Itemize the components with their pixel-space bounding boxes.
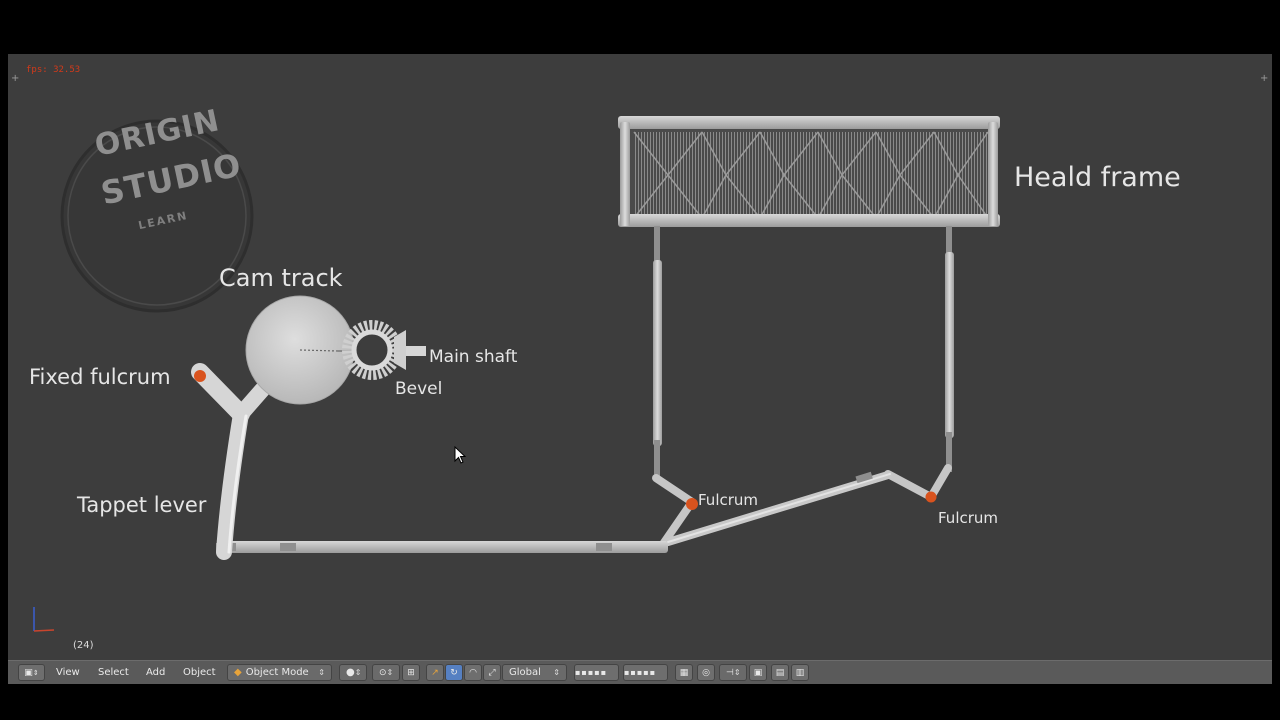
tappet-lever-label: Tappet lever [77,493,207,517]
mode-dropdown[interactable]: ◆ Object Mode ⇕ [227,664,332,681]
fulcrum-right-label: Fulcrum [938,509,999,527]
mode-dropdown-label: Object Mode [245,667,309,678]
proportional-edit-button[interactable]: ◎ [697,664,715,681]
main-shaft-label: Main shaft [429,347,518,367]
solid-shading-icon: ● [346,667,355,678]
heald-frame-label: Heald frame [1014,162,1181,193]
rotate-manipulator-button[interactable]: ↻ [445,664,463,681]
viewport-shading-dropdown[interactable]: ● ⇕ [339,664,367,681]
pivot-point-dropdown[interactable]: ⊙ ⇕ [372,664,400,681]
snap-element-dropdown[interactable]: ⊣ ⇕ [719,664,747,681]
add-menu[interactable]: Add [146,664,165,681]
chevron-updown-icon: ⇕ [354,668,362,677]
object-menu[interactable]: Object [183,664,216,681]
render-preview-button[interactable]: ▣ [749,664,767,681]
chevron-updown-icon: ⇕ [733,668,741,677]
grid-icon: ⊞ [407,667,415,678]
tappet-lever [191,363,270,560]
layers-group-2[interactable]: ▪▪▪▪▪ [623,664,668,681]
fixed-fulcrum-pivot [194,370,206,382]
layers-group-1[interactable]: ▪▪▪▪▪ [574,664,619,681]
scale-manipulator-button[interactable]: ⤢ [483,664,501,681]
snap-icon: ⊣ [726,667,734,678]
pivot-icon: ⊙ [379,667,387,678]
bevel-gear [342,320,426,380]
film-icon: ▥ [795,667,805,678]
manipulator-toggle[interactable]: ⊞ [402,664,420,681]
push-rod [216,541,668,553]
3d-viewport[interactable]: fps: 32.53 + + ORIGIN STUDIO LEARN Heald… [8,54,1272,660]
bevel-label: Bevel [395,379,443,399]
proportional-icon: ◎ [702,667,710,678]
opengl-render-button[interactable]: ▤ [771,664,789,681]
lock-icon: ▦ [679,667,689,678]
frame-indicator: (24) [73,640,94,651]
heald-links [653,226,954,480]
view-menu[interactable]: View [56,664,80,681]
scale-icon: ⤢ [488,667,496,678]
opengl-anim-button[interactable]: ▥ [791,664,809,681]
cam-track-label: Cam track [219,264,343,292]
video-letterbox-top [0,0,1280,54]
left-fulcrum-pivot [686,498,698,510]
chevron-updown-icon: ⇕ [32,668,39,677]
layer-grid-icon: ▪▪▪▪▪ [575,668,608,677]
render-icon: ▣ [753,667,763,678]
editor-type-selector[interactable]: ▣ ⇕ [18,664,45,681]
rotate-icon: ↻ [450,667,458,678]
right-fulcrum-pivot [925,491,937,503]
layer-grid-icon: ▪▪▪▪▪ [624,668,657,677]
arc-manipulator-button[interactable]: ◠ [464,664,482,681]
orientation-label: Global [509,667,541,678]
fixed-fulcrum-label: Fixed fulcrum [29,365,171,389]
mouse-cursor-icon [454,446,467,464]
camera-icon: ▤ [775,667,785,678]
translate-manipulator-button[interactable]: ↗ [426,664,444,681]
select-menu[interactable]: Select [98,664,129,681]
cube-icon: ▣ [24,667,33,678]
translate-arrow-icon: ↗ [431,667,439,678]
viewport-header-toolbar: ▣ ⇕ View Select Add Object ◆ Object Mode ⇕ … [8,660,1272,684]
arc-icon: ◠ [469,667,477,678]
chevron-updown-icon: ⇕ [318,668,325,677]
cam-track-disk [245,295,355,405]
chevron-updown-icon: ⇕ [553,668,560,677]
axis-gizmo [33,607,55,632]
transform-orientation-dropdown[interactable]: Global ⇕ [502,664,567,681]
chevron-updown-icon: ⇕ [386,668,394,677]
lock-camera-button[interactable]: ▦ [675,664,693,681]
heald-frame [618,116,1000,227]
object-mode-icon: ◆ [234,667,242,678]
right-bell-crank [884,464,952,501]
fulcrum-left-label: Fulcrum [698,491,759,509]
mechanism-scene [33,116,1000,632]
video-letterbox-bottom [0,684,1280,720]
